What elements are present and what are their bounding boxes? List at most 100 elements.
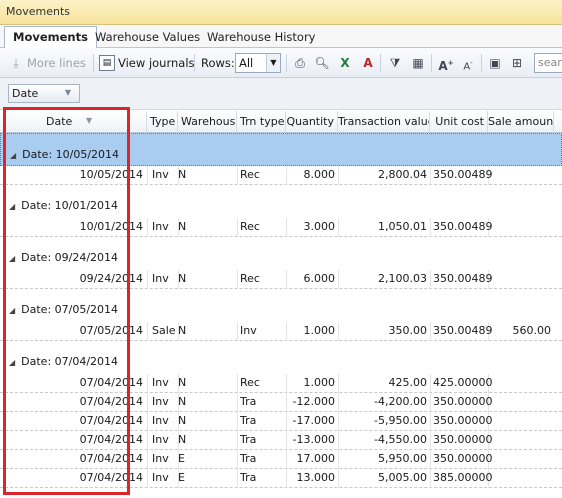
cell-type: Inv [152, 452, 169, 465]
table-row[interactable]: 07/04/2014 Inv E Tra 13.000 5,005.00 385.00000 [0, 469, 562, 488]
group-row[interactable]: ◢ Date: 07/04/2014 [0, 341, 562, 374]
group-header: ◢ Date: 10/05/2014 [10, 148, 119, 161]
group-row[interactable]: ◢ Date: 10/01/2014 [0, 185, 562, 218]
table-row[interactable]: 07/05/2014 Sale N Inv 1.000 350.00 350.00489 56… [0, 322, 562, 341]
sort-descending-icon: ▼ [86, 116, 93, 125]
collapse-triangle-icon[interactable]: ◢ [9, 358, 15, 367]
group-row[interactable]: ◢ Date: 09/24/2014 [0, 237, 562, 270]
group-header: ◢ Date: 07/04/2014 [9, 355, 118, 368]
cell-unit-cost: 350.00000 [433, 414, 493, 427]
table-row[interactable]: 10/05/2014 Inv N Rec 8.000 2,800.04 350.00489 [0, 166, 562, 185]
layout-icon[interactable]: ⊞ [508, 54, 526, 72]
view-journals-button[interactable]: ▤ View journals [99, 52, 195, 74]
collapse-triangle-icon[interactable]: ◢ [9, 202, 15, 211]
column-divider [147, 450, 148, 469]
cell-warehouse: N [178, 376, 187, 389]
group-row[interactable]: ◢ Date: 10/05/2014 [0, 133, 562, 166]
tab-warehouse-values[interactable]: Warehouse Values [87, 27, 208, 48]
column-divider [147, 393, 148, 412]
print-icon[interactable]: ⎙ [291, 54, 309, 72]
tab-strip: Movements Warehouse Values Warehouse His… [0, 25, 562, 49]
table-row[interactable]: 07/04/2014 Inv N Tra -17.000 -5,950.00 350.000… [0, 412, 562, 431]
column-divider [430, 469, 431, 488]
cell-date: 07/04/2014 [79, 395, 143, 408]
search-input[interactable]: searc [534, 53, 562, 73]
table-row[interactable]: 07/04/2014 Inv N Tra -13.000 -4,550.00 350.000… [0, 431, 562, 450]
rows-select[interactable]: All ▼ [235, 53, 281, 73]
columns-icon[interactable]: ▦ [409, 54, 427, 72]
more-lines-button[interactable]: ⤓ More lines [8, 52, 86, 74]
column-divider [430, 374, 431, 393]
column-divider [430, 431, 431, 450]
cell-warehouse: E [178, 452, 185, 465]
cell-transaction-value: 2,100.03 [378, 272, 427, 285]
table-row[interactable]: 09/24/2014 Inv N Rec 6.000 2,100.03 350.00489 [0, 270, 562, 289]
cell-unit-cost: 350.00489 [433, 168, 493, 181]
column-divider [237, 322, 238, 341]
rows-label: Rows: [201, 56, 235, 70]
group-by-date-chip[interactable]: Date ▼ [8, 84, 80, 103]
column-divider [430, 322, 431, 341]
column-divider [286, 393, 287, 412]
table-row[interactable]: 10/01/2014 Inv N Rec 3.000 1,050.01 350.00489 [0, 218, 562, 237]
excel-export-icon[interactable]: X [336, 54, 354, 72]
column-divider [286, 374, 287, 393]
group-label: Date: 07/04/2014 [21, 355, 119, 368]
column-header-trn-type[interactable]: Trn type [237, 111, 286, 133]
column-header-type[interactable]: Type [147, 111, 178, 133]
table-row[interactable]: 07/04/2014 Inv N Rec 1.000 425.00 425.00000 [0, 374, 562, 393]
tab-movements[interactable]: Movements [4, 26, 97, 49]
cell-type: Inv [152, 272, 169, 285]
cell-date: 10/01/2014 [79, 220, 143, 233]
column-divider [430, 393, 431, 412]
collapse-triangle-icon[interactable]: ◢ [9, 306, 15, 315]
cell-type: Inv [152, 395, 169, 408]
table-row[interactable]: 07/04/2014 Inv N Tra -12.000 -4,200.00 350.000… [0, 393, 562, 412]
group-by-bar: Date ▼ [0, 78, 562, 110]
column-header-sale-amount[interactable]: Sale amount [488, 111, 554, 133]
group-header: ◢ Date: 10/01/2014 [9, 199, 118, 212]
cell-type: Inv [152, 414, 169, 427]
column-divider [237, 218, 238, 237]
cell-quantity: 1.000 [303, 376, 336, 389]
column-divider [338, 431, 339, 450]
tab-warehouse-history[interactable]: Warehouse History [199, 27, 323, 48]
column-header-warehouse[interactable]: Warehouse [178, 111, 237, 133]
toolbar-divider [93, 54, 94, 72]
arrow-down-icon: ⤓ [13, 56, 19, 70]
table-row[interactable]: 07/04/2014 Inv E Tra 17.000 5,950.00 350.00000 [0, 450, 562, 469]
group-label: Date: 07/05/2014 [21, 303, 119, 316]
column-divider [430, 218, 431, 237]
column-divider [338, 393, 339, 412]
collapse-triangle-icon[interactable]: ◢ [9, 254, 15, 263]
print-preview-icon[interactable]: 🔍︎ [313, 54, 331, 72]
pdf-export-icon[interactable]: A [359, 54, 377, 72]
column-header-unit-cost[interactable]: Unit cost [430, 111, 488, 133]
font-increase-icon[interactable]: A+ [437, 54, 455, 73]
group-row[interactable]: ◢ Date: 07/05/2014 [0, 289, 562, 322]
font-decrease-icon[interactable]: A- [459, 54, 477, 72]
column-divider [237, 374, 238, 393]
cell-quantity: -17.000 [292, 414, 335, 427]
filter-icon[interactable]: ⧩ [386, 54, 404, 72]
cell-transaction-value: 2,800.04 [378, 168, 427, 181]
cell-date: 07/05/2014 [79, 324, 143, 337]
cell-transaction-value: 5,950.00 [378, 452, 427, 465]
column-divider [338, 322, 339, 341]
toolbar-divider [380, 54, 381, 72]
cell-quantity: -12.000 [292, 395, 335, 408]
column-header-quantity[interactable]: Quantity [286, 111, 338, 133]
column-divider [237, 166, 238, 185]
column-divider [237, 450, 238, 469]
column-divider [286, 469, 287, 488]
cell-transaction-value: -4,550.00 [374, 433, 427, 446]
column-divider [338, 450, 339, 469]
image-icon[interactable]: ▣ [486, 54, 504, 72]
rows-select-value: All [239, 56, 254, 70]
collapse-triangle-icon[interactable]: ◢ [10, 151, 16, 160]
column-header-date[interactable]: Date ▼ [0, 111, 147, 133]
toolbar-divider [481, 54, 482, 72]
column-header-transaction-value[interactable]: Transaction value [338, 111, 430, 133]
column-divider [338, 218, 339, 237]
column-divider [286, 450, 287, 469]
